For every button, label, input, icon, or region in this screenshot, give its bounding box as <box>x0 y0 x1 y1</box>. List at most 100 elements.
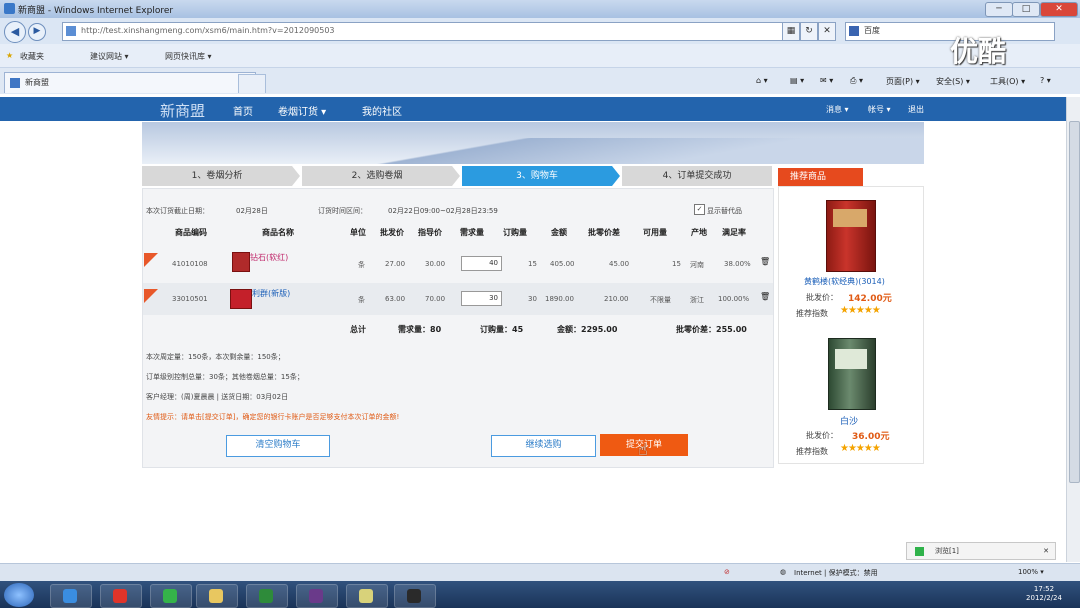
compat-view-icon[interactable]: ▦ <box>782 22 800 41</box>
forward-button[interactable]: ▶ <box>28 23 46 41</box>
nav-logout[interactable]: 退出 <box>908 104 924 115</box>
url-text: http://test.xinshangmeng.com/xsm6/main.h… <box>81 26 335 35</box>
order-time-label: 订货时间区间： <box>318 207 367 215</box>
rec2-name-link[interactable]: 白沙 <box>840 414 858 427</box>
row1-amount: 405.00 <box>550 260 575 268</box>
feeds-icon[interactable]: ▤ ▾ <box>790 76 804 85</box>
web-slice-gallery-link[interactable]: 网页快讯库 ▾ <box>165 51 212 62</box>
page-menu[interactable]: 页面(P) ▾ <box>886 76 920 87</box>
minimize-button[interactable]: ─ <box>985 2 1013 17</box>
taskbar-folder-icon[interactable] <box>196 584 238 608</box>
row2-available: 不限量 <box>650 296 671 304</box>
rec2-rating-label: 推荐指数 <box>796 447 828 456</box>
download-notification[interactable]: 浏览[1] ✕ <box>906 542 1056 560</box>
product-image-baisha[interactable] <box>828 338 876 410</box>
manager-note: 客户经理：(周)夏晨晨 | 送货日期：03月02日 <box>146 393 289 401</box>
ie-app-icon <box>4 3 15 14</box>
continue-shopping-button[interactable]: 继续选购 <box>491 435 596 457</box>
taskbar-notepad-icon[interactable] <box>346 584 388 608</box>
status-bar: ⊘ ◍ Internet | 保护模式：禁用 100% ▾ <box>0 563 1080 581</box>
tab-favicon <box>10 78 20 88</box>
help-menu[interactable]: ? ▾ <box>1040 76 1051 85</box>
nav-community[interactable]: 我的社区 <box>362 103 402 118</box>
row1-name-link[interactable]: 钻石(软红) <box>250 252 288 263</box>
tools-menu[interactable]: 工具(O) ▾ <box>990 76 1025 87</box>
row1-unit: 条 <box>358 261 365 269</box>
row1-wholesale: 27.00 <box>385 260 406 268</box>
notification-icon <box>915 547 924 556</box>
nav-account[interactable]: 帐号 ▾ <box>868 104 891 115</box>
clock-date: 2012/2/24 <box>1026 594 1062 602</box>
row2-order: 30 <box>528 295 537 303</box>
favorites-star-icon: ★ <box>6 51 14 60</box>
close-window-button[interactable]: ✕ <box>1040 2 1078 17</box>
taskbar-weibo-icon[interactable] <box>100 584 142 608</box>
rec1-price: 142.00元 <box>848 294 892 304</box>
new-tab-button[interactable] <box>238 74 266 93</box>
site-header: 新商盟 首页 卷烟订货 ▾ 我的社区 消息 ▾ 帐号 ▾ 退出 <box>0 97 1066 121</box>
refresh-icon[interactable]: ↻ <box>800 22 818 41</box>
maximize-button[interactable]: □ <box>1012 2 1040 17</box>
tab-label: 新商盟 <box>25 78 49 87</box>
product-image-huanghelou[interactable] <box>826 200 876 272</box>
row2-rate: 100.00% <box>718 295 750 303</box>
print-icon[interactable]: ⎙ ▾ <box>850 76 863 86</box>
start-button[interactable] <box>4 583 34 607</box>
clear-cart-button[interactable]: 清空购物车 <box>226 435 330 457</box>
rec1-name-link[interactable]: 黄鹤楼(软经典)(3014) <box>804 276 885 287</box>
nav-messages[interactable]: 消息 ▾ <box>826 104 849 115</box>
nav-home[interactable]: 首页 <box>233 103 253 118</box>
banner-image <box>142 122 924 164</box>
row1-demand-input[interactable]: 40 <box>461 256 502 271</box>
stop-icon[interactable]: ✕ <box>818 22 836 41</box>
taskbar-app-icon[interactable] <box>394 584 436 608</box>
back-button[interactable]: ◀ <box>4 21 26 43</box>
col-code: 商品编码 <box>175 228 207 237</box>
taskbar-media-icon[interactable] <box>296 584 338 608</box>
row2-product-image[interactable] <box>230 289 252 309</box>
browser-tab[interactable]: 新商盟 <box>4 72 256 93</box>
row2-name-link[interactable]: 利群(新版) <box>252 288 290 299</box>
mail-icon[interactable]: ✉ ▾ <box>820 76 833 85</box>
taskbar-ie-icon[interactable] <box>50 584 92 608</box>
zoom-level[interactable]: 100% ▾ <box>1018 568 1044 576</box>
row1-guide: 30.00 <box>425 260 446 268</box>
trash-icon[interactable]: 🗑 <box>760 292 770 301</box>
row1-order: 15 <box>528 260 537 268</box>
rec2-price-label: 批发价： <box>806 431 838 440</box>
zone-globe-icon: ◍ <box>780 568 787 576</box>
row1-available: 15 <box>672 260 681 268</box>
row2-code: 33010501 <box>172 295 208 303</box>
page-icon <box>66 26 76 36</box>
rec1-price-label: 批发价： <box>806 293 838 302</box>
row2-demand-input[interactable]: 30 <box>461 291 502 306</box>
row1-product-image[interactable] <box>232 252 250 272</box>
show-alternatives-checkbox[interactable]: ✓ <box>694 204 705 215</box>
nav-cigarette-order[interactable]: 卷烟订货 ▾ <box>278 103 326 118</box>
col-rate: 满足率 <box>722 228 746 237</box>
row2-unit: 条 <box>358 296 365 304</box>
row2-origin: 浙江 <box>690 296 704 304</box>
safety-menu[interactable]: 安全(S) ▾ <box>936 76 970 87</box>
close-icon[interactable]: ✕ <box>1043 543 1049 560</box>
row1-diff: 45.00 <box>609 260 630 268</box>
page-scrollbar[interactable] <box>1066 97 1080 562</box>
site-logo: 新商盟 <box>160 102 206 120</box>
search-placeholder: 百度 <box>864 26 880 35</box>
favorites-button[interactable]: 收藏夹 <box>20 51 44 62</box>
quota-note: 本次周定量：150条，本次剩余量：150条； <box>146 353 285 361</box>
url-field[interactable]: http://test.xinshangmeng.com/xsm6/main.h… <box>62 22 792 41</box>
video-watermark: 优酷 <box>950 35 1007 68</box>
recommend-title: 推荐商品 <box>778 168 863 186</box>
taskbar-excel-icon[interactable] <box>246 584 288 608</box>
col-origin: 产地 <box>691 228 707 237</box>
row2-diff: 210.00 <box>604 295 629 303</box>
col-guide: 指导价 <box>418 228 442 237</box>
trash-icon[interactable]: 🗑 <box>760 257 770 266</box>
scrollbar-thumb[interactable] <box>1069 121 1080 483</box>
taskbar-clock[interactable]: 17:52 2012/2/24 <box>1016 585 1072 603</box>
taskbar-browser-icon[interactable] <box>150 584 192 608</box>
col-unit: 单位 <box>350 228 366 237</box>
suggested-sites-link[interactable]: 建议网站 ▾ <box>90 51 129 62</box>
home-icon[interactable]: ⌂ ▾ <box>756 76 768 85</box>
